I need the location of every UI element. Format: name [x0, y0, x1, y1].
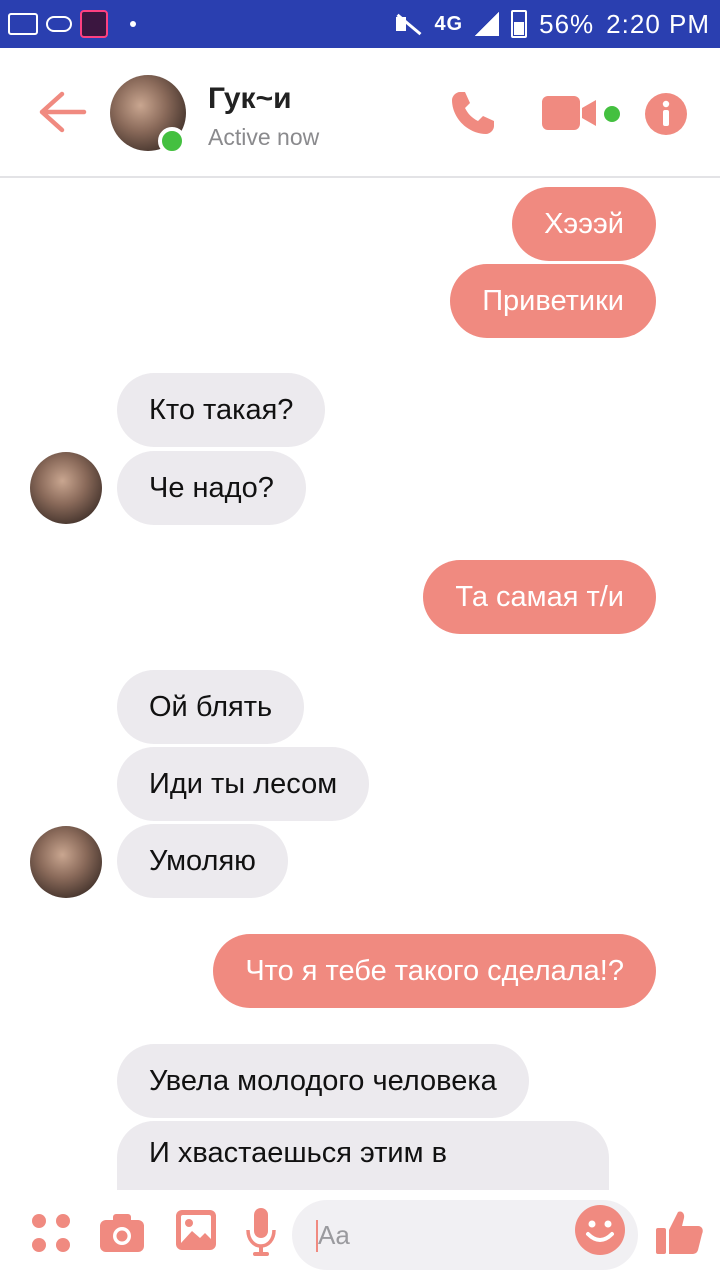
sender-avatar[interactable]: [30, 452, 102, 524]
message-outgoing[interactable]: Та самая т/и: [423, 560, 656, 634]
contact-status: Active now: [208, 124, 320, 150]
info-icon[interactable]: [644, 92, 688, 136]
signal-icon: [475, 12, 500, 36]
chat-header: Гук~и Active now: [0, 48, 720, 178]
mute-icon: [394, 13, 422, 35]
message-outgoing[interactable]: Приветики: [450, 264, 656, 338]
battery-icon: [511, 10, 528, 38]
online-indicator-icon: [158, 127, 186, 155]
app-notification-icon: [80, 10, 108, 38]
video-active-dot-icon: [604, 106, 620, 122]
message-incoming[interactable]: Увела молодого человека: [117, 1044, 529, 1118]
message-incoming[interactable]: Иди ты лесом: [117, 747, 370, 821]
status-bar-notifications: [8, 8, 136, 40]
message-outgoing[interactable]: Хэээй: [512, 187, 656, 261]
status-bar: 4G 56% 2:20 PM: [0, 0, 720, 48]
clock: 2:20 PM: [606, 8, 710, 39]
message-input-placeholder: Aa: [318, 1220, 350, 1250]
notification-dot-icon: [130, 21, 136, 27]
message-composer: Aa: [0, 1190, 720, 1280]
message-incoming[interactable]: Кто такая?: [117, 373, 326, 447]
message-incoming[interactable]: Че надо?: [117, 451, 306, 525]
contact-name[interactable]: Гук~и: [208, 82, 292, 116]
video-call-icon[interactable]: [542, 94, 598, 132]
gallery-icon[interactable]: [176, 1210, 216, 1250]
phone-call-icon[interactable]: [448, 88, 498, 138]
message-incoming[interactable]: Умоляю: [117, 824, 288, 898]
status-bar-system: 4G 56% 2:20 PM: [394, 8, 710, 40]
back-arrow-icon[interactable]: [38, 90, 88, 134]
battery-percent: 56%: [539, 8, 595, 39]
message-outgoing[interactable]: Что я тебе такого сделала!?: [213, 934, 656, 1008]
more-actions-icon[interactable]: [32, 1214, 70, 1252]
microphone-icon[interactable]: [246, 1208, 276, 1256]
image-notification-icon: [8, 13, 38, 35]
thumbs-up-icon[interactable]: [654, 1206, 704, 1256]
cloud-icon: [46, 16, 72, 32]
emoji-icon[interactable]: [574, 1204, 626, 1256]
camera-icon[interactable]: [100, 1214, 144, 1252]
message-incoming[interactable]: Ой блять: [117, 670, 305, 744]
messenger-chat-screen: 4G 56% 2:20 PM Гук~и Active now Хэээй Пр…: [0, 0, 720, 1280]
network-type: 4G: [434, 12, 464, 35]
sender-avatar[interactable]: [30, 826, 102, 898]
message-incoming[interactable]: И хвастаешься этим в: [117, 1121, 609, 1201]
